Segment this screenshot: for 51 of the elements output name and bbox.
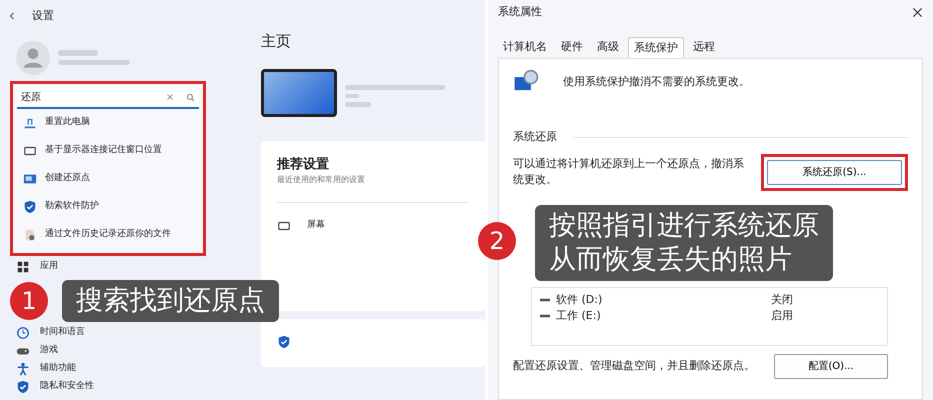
- search-result[interactable]: 基于显示器连接记住窗口位置: [17, 136, 199, 164]
- nav-item[interactable]: 游戏: [8, 342, 66, 360]
- section-title: 推荐设置: [277, 156, 330, 174]
- restore-description: 可以通过将计算机还原到上一个还原点，撤消系统更改。: [513, 156, 745, 188]
- protection-status: 关闭: [771, 292, 793, 308]
- window-title: 系统属性: [498, 4, 542, 20]
- shield-icon: [277, 335, 291, 350]
- blurred-text: [58, 60, 130, 65]
- clock-icon: [16, 326, 30, 340]
- search-result[interactable]: 通过文件历史记录还原你的文件: [17, 220, 199, 248]
- settings-item[interactable]: 屏幕: [277, 202, 469, 233]
- avatar-icon: [16, 40, 50, 74]
- tab[interactable]: 远程: [688, 36, 720, 58]
- nav-item[interactable]: 隐私和安全性: [8, 378, 102, 396]
- shield-icon: [16, 380, 30, 394]
- section-subtitle: 最近使用的和常用的设置: [277, 174, 366, 186]
- page-title: 主页: [261, 31, 292, 52]
- configure-description: 配置还原设置、管理磁盘空间，并且删除还原点。: [513, 358, 755, 374]
- search-result[interactable]: 勒索软件防护: [17, 192, 199, 220]
- search-icon: [186, 92, 195, 102]
- blurred-text: [58, 50, 98, 56]
- window-title: 设置: [32, 8, 54, 24]
- search-result[interactable]: 重置此电脑: [17, 108, 199, 136]
- group-title: 系统还原: [513, 129, 557, 145]
- nav-item[interactable]: 时间和语言: [8, 324, 93, 342]
- close-icon[interactable]: [912, 6, 923, 18]
- callout-text: 搜索找到还原点: [76, 284, 265, 318]
- tab[interactable]: 系统保护: [628, 36, 684, 58]
- drive-name: 软件 (D:): [556, 292, 604, 308]
- tab[interactable]: 硬件: [556, 36, 588, 58]
- grid-icon: [16, 260, 30, 274]
- search-field[interactable]: 还原: [17, 88, 199, 108]
- computer-icon: [23, 172, 37, 186]
- document-icon: [23, 228, 37, 242]
- blurred-text: [345, 102, 371, 106]
- tab[interactable]: 高级: [592, 36, 624, 58]
- configure-button[interactable]: 配置(O)...: [774, 354, 888, 378]
- callout-text: 按照指引进行系统还原: [549, 209, 819, 243]
- person-icon: [16, 362, 30, 376]
- search-result[interactable]: 创建还原点: [17, 164, 199, 192]
- drive-name: 工作 (E:): [556, 308, 602, 324]
- system-restore-button[interactable]: 系统还原(S)...: [767, 160, 902, 184]
- monitor-icon: [277, 219, 291, 233]
- close-icon: [166, 93, 174, 101]
- nav-item[interactable]: 辅助功能: [8, 360, 84, 378]
- tab[interactable]: 计算机名: [498, 36, 552, 58]
- nav-item[interactable]: 应用: [8, 258, 66, 276]
- callout-text: 从而恢复丢失的照片: [549, 242, 793, 276]
- description-text: 使用系统保护撤消不需要的系统更改。: [563, 74, 750, 90]
- shield-icon: [23, 200, 37, 214]
- protection-status: 启用: [771, 308, 793, 324]
